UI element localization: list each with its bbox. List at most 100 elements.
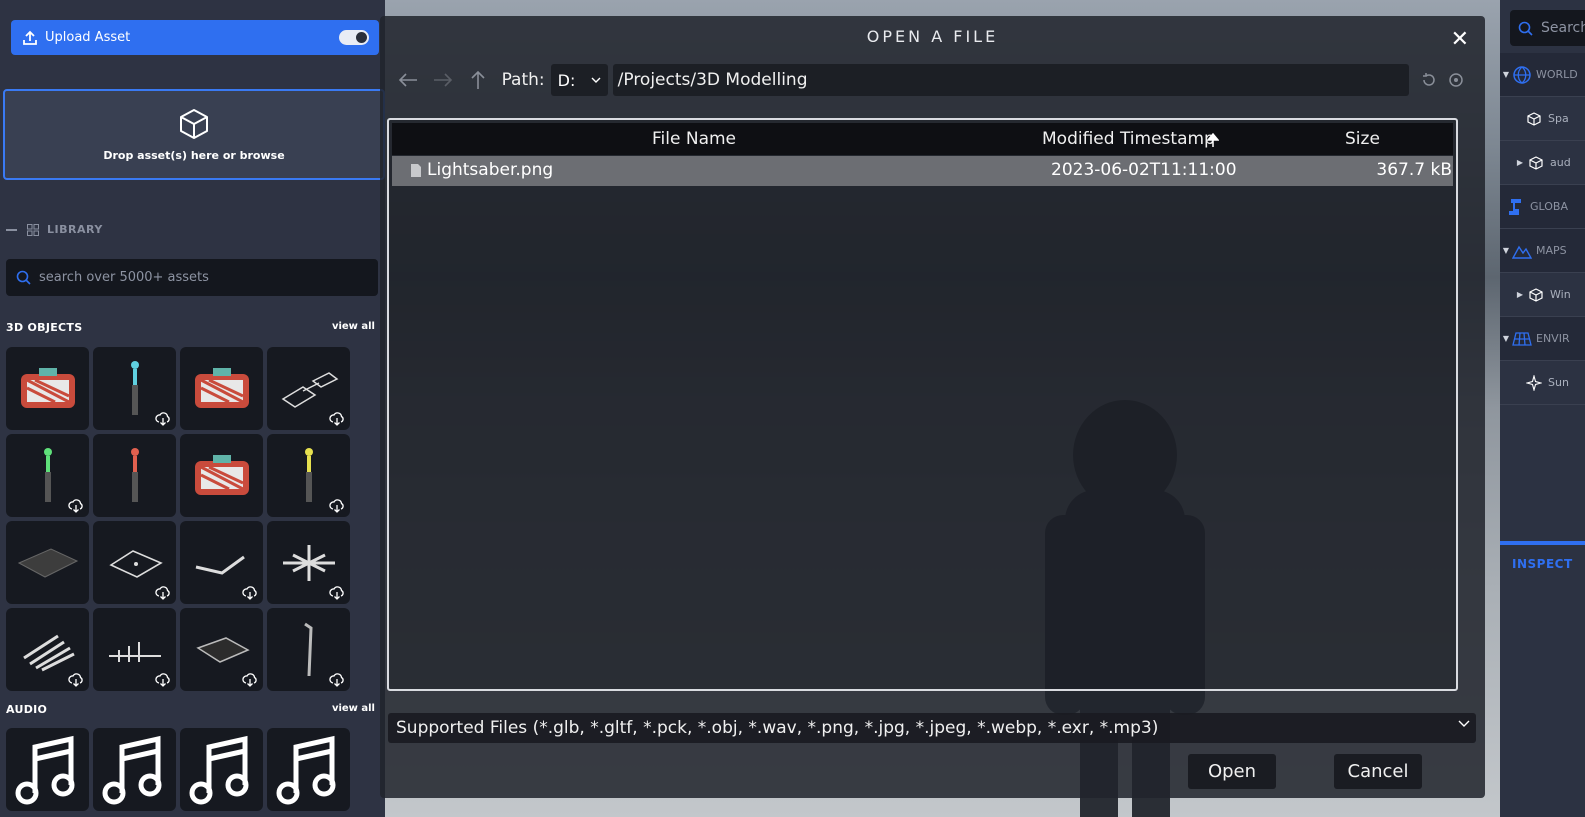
- audio-grid: [6, 728, 350, 811]
- section-3d-objects: 3D OBJECTS: [6, 321, 83, 334]
- road-piece-thumbnail-icon: [195, 555, 245, 575]
- file-type-filter-value: Supported Files (*.glb, *.gltf, *.pck, *…: [396, 718, 1159, 738]
- mountain-icon: [1512, 243, 1532, 259]
- eye-icon[interactable]: [1443, 64, 1470, 96]
- asset-tile[interactable]: [267, 434, 350, 517]
- audio-tile[interactable]: [180, 728, 263, 811]
- hierarchy-search-input[interactable]: Search: [1510, 10, 1585, 46]
- asset-tile[interactable]: [93, 347, 176, 430]
- open-button[interactable]: Open: [1188, 754, 1276, 789]
- download-cloud-icon[interactable]: [329, 673, 345, 687]
- tree-item-maps[interactable]: ▼ MAPS: [1500, 229, 1585, 273]
- tree-item-label: ENVIR: [1536, 332, 1570, 345]
- cube-icon: [1526, 287, 1546, 302]
- library-header[interactable]: LIBRARY: [6, 223, 103, 236]
- tree-item-label: MAPS: [1536, 244, 1567, 257]
- tree-item-spa[interactable]: Spa: [1500, 97, 1585, 141]
- tree-item-world[interactable]: ▼ WORLD: [1500, 53, 1585, 97]
- asset-tile[interactable]: [93, 434, 176, 517]
- column-header-file-name[interactable]: File Name: [652, 129, 736, 149]
- download-cloud-icon[interactable]: [68, 673, 84, 687]
- asset-tile[interactable]: [267, 347, 350, 430]
- library-search-placeholder: search over 5000+ assets: [39, 270, 209, 285]
- path-input[interactable]: /Projects/3D Modelling: [612, 64, 1410, 96]
- tree-item-aud[interactable]: ▶ aud: [1500, 141, 1585, 185]
- scene-hierarchy-panel: Search ▼ WORLD Spa ▶ aud GLOBA ▼ MAPS ▶ …: [1500, 0, 1585, 817]
- library-label: LIBRARY: [47, 223, 103, 236]
- asset-tile[interactable]: [180, 347, 263, 430]
- tree-item-label: aud: [1550, 156, 1571, 169]
- library-search-input[interactable]: search over 5000+ assets: [6, 259, 378, 296]
- path-toolbar: Path: D: /Projects/3D Modelling: [390, 64, 1470, 96]
- download-cloud-icon[interactable]: [68, 499, 84, 513]
- tab-inspector[interactable]: INSPECT: [1512, 557, 1573, 571]
- asset-tile[interactable]: [180, 608, 263, 691]
- asset-dropzone[interactable]: Drop asset(s) here or browse: [3, 89, 385, 180]
- lightsaber-thumbnail-icon: [130, 360, 139, 415]
- expand-caret-icon[interactable]: ▶: [1514, 290, 1526, 299]
- cancel-button[interactable]: Cancel: [1334, 754, 1422, 789]
- music-note-icon: [276, 735, 335, 804]
- path-label: Path:: [501, 70, 545, 90]
- search-icon: [1518, 21, 1533, 36]
- tree-item-global[interactable]: GLOBA: [1500, 185, 1585, 229]
- asset-tile[interactable]: [6, 347, 89, 430]
- download-cloud-icon[interactable]: [155, 586, 171, 600]
- asset-tile[interactable]: [93, 521, 176, 604]
- download-cloud-icon[interactable]: [329, 499, 345, 513]
- tree-item-sun[interactable]: Sun: [1500, 361, 1585, 405]
- sparkle-icon: [1524, 374, 1544, 391]
- forward-arrow-icon[interactable]: [425, 64, 460, 96]
- back-arrow-icon[interactable]: [390, 64, 425, 96]
- file-type-filter-select[interactable]: Supported Files (*.glb, *.gltf, *.pck, *…: [388, 713, 1476, 743]
- asset-sidebar: Upload Asset Drop asset(s) here or brows…: [0, 0, 385, 817]
- section-audio: AUDIO: [6, 703, 48, 716]
- file-icon: [411, 164, 421, 177]
- drive-select[interactable]: D:: [550, 64, 608, 96]
- asset-tile[interactable]: [180, 521, 263, 604]
- collapse-icon: [6, 228, 17, 231]
- file-list-table: File Name Modified Timestamp Size Lights…: [387, 118, 1458, 691]
- asset-tile[interactable]: [267, 521, 350, 604]
- download-cloud-icon[interactable]: [155, 412, 171, 426]
- open-file-dialog: OPEN A FILE ✕ Path: D: /Projects/3D Mode…: [380, 16, 1485, 798]
- download-cloud-icon[interactable]: [329, 412, 345, 426]
- asset-tile[interactable]: [6, 608, 89, 691]
- crate-thumbnail-icon: [194, 367, 249, 408]
- audio-tile[interactable]: [93, 728, 176, 811]
- download-cloud-icon[interactable]: [242, 673, 258, 687]
- expand-caret-icon[interactable]: ▼: [1500, 246, 1512, 255]
- expand-caret-icon[interactable]: ▼: [1500, 70, 1512, 79]
- file-size-cell: 367.7 kB: [1376, 160, 1452, 180]
- tree-item-label: Sun: [1548, 376, 1569, 389]
- chevron-down-icon: [1458, 720, 1470, 727]
- audio-tile[interactable]: [6, 728, 89, 811]
- up-arrow-icon[interactable]: [460, 64, 495, 96]
- column-header-size[interactable]: Size: [1345, 129, 1380, 149]
- tree-item-environment[interactable]: ▼ ENVIR: [1500, 317, 1585, 361]
- view-all-audio-link[interactable]: view all: [332, 703, 375, 714]
- download-cloud-icon[interactable]: [329, 586, 345, 600]
- expand-caret-icon[interactable]: ▶: [1514, 158, 1526, 167]
- asset-tile[interactable]: [6, 521, 89, 604]
- asset-tile[interactable]: [93, 608, 176, 691]
- download-cloud-icon[interactable]: [155, 673, 171, 687]
- road-stripes-thumbnail-icon: [22, 634, 75, 671]
- tree-item-win[interactable]: ▶ Win: [1500, 273, 1585, 317]
- table-row[interactable]: Lightsaber.png 2023-06-02T11:11:00 367.7…: [392, 156, 1453, 186]
- asset-tile[interactable]: [6, 434, 89, 517]
- close-button[interactable]: ✕: [1451, 26, 1469, 54]
- asset-tile[interactable]: [180, 434, 263, 517]
- view-all-3d-objects-link[interactable]: view all: [332, 321, 375, 332]
- tree-item-label: GLOBA: [1530, 200, 1568, 213]
- audio-tile[interactable]: [267, 728, 350, 811]
- column-header-modified[interactable]: Modified Timestamp: [1042, 129, 1215, 149]
- asset-tile[interactable]: [267, 608, 350, 691]
- sort-ascending-icon[interactable]: [1207, 133, 1219, 147]
- download-cloud-icon[interactable]: [242, 586, 258, 600]
- upload-asset-button[interactable]: Upload Asset: [11, 20, 379, 55]
- road-piece-thumbnail-icon: [281, 371, 338, 408]
- refresh-icon[interactable]: [1415, 64, 1442, 96]
- expand-caret-icon[interactable]: ▼: [1500, 334, 1512, 343]
- upload-toggle[interactable]: [339, 30, 369, 45]
